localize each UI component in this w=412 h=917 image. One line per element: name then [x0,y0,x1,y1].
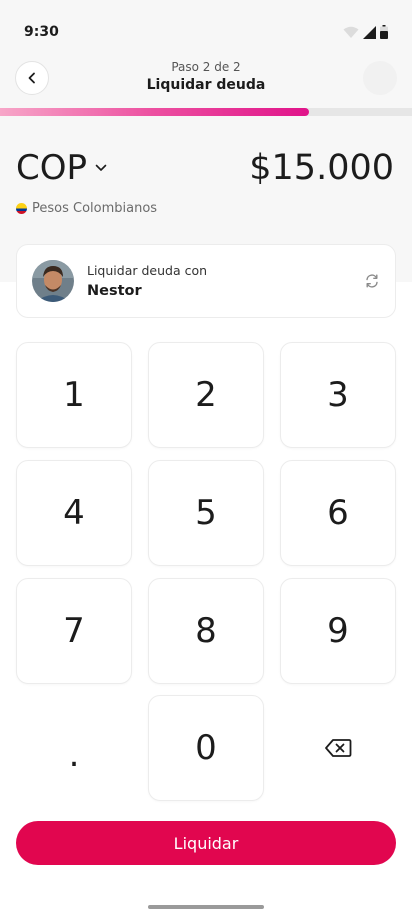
refresh-icon [366,274,378,288]
keypad-key-9[interactable]: 9 [280,578,396,684]
currency-selector[interactable]: COP [16,148,107,188]
debt-recipient-name: Nestor [87,283,142,299]
keypad-key-7[interactable]: 7 [16,578,132,684]
header-placeholder-button [363,61,397,95]
chevron-down-icon [95,164,107,171]
submit-button[interactable]: Liquidar [16,821,396,865]
debt-recipient-card: Liquidar deuda con Nestor [16,244,396,318]
step-indicator: Paso 2 de 2 [171,60,241,74]
signal-icon [363,25,376,39]
debt-label: Liquidar deuda con [87,263,208,278]
currency-name: Pesos Colombianos [32,201,158,216]
keypad-key-5[interactable]: 5 [148,460,264,566]
currency-code: COP [16,148,88,188]
status-icons [343,25,388,39]
keypad-key-4[interactable]: 4 [16,460,132,566]
progress-fill [0,108,309,116]
amount-value: $15.000 [249,148,394,188]
keypad-backspace-button[interactable] [280,695,396,801]
colombia-flag-icon [16,203,27,214]
status-bar: 9:30 [0,0,412,56]
battery-icon [380,25,388,39]
keypad-key-6[interactable]: 6 [280,460,396,566]
swap-button[interactable] [363,272,381,290]
wifi-icon [343,26,359,38]
status-time: 9:30 [24,24,59,40]
avatar-image [32,260,74,302]
header: Paso 2 de 2 Liquidar deuda [0,56,412,108]
keypad-key-decimal[interactable]: . [16,702,132,808]
backspace-icon [325,739,352,757]
home-indicator [148,905,264,909]
page-title: Liquidar deuda [146,77,266,93]
currency-name-row: Pesos Colombianos [16,201,157,216]
keypad-key-8[interactable]: 8 [148,578,264,684]
keypad-key-2[interactable]: 2 [148,342,264,448]
progress-bar [0,108,412,116]
keypad-key-0[interactable]: 0 [148,695,264,801]
keypad-key-3[interactable]: 3 [280,342,396,448]
keypad-key-1[interactable]: 1 [16,342,132,448]
avatar [32,260,74,302]
